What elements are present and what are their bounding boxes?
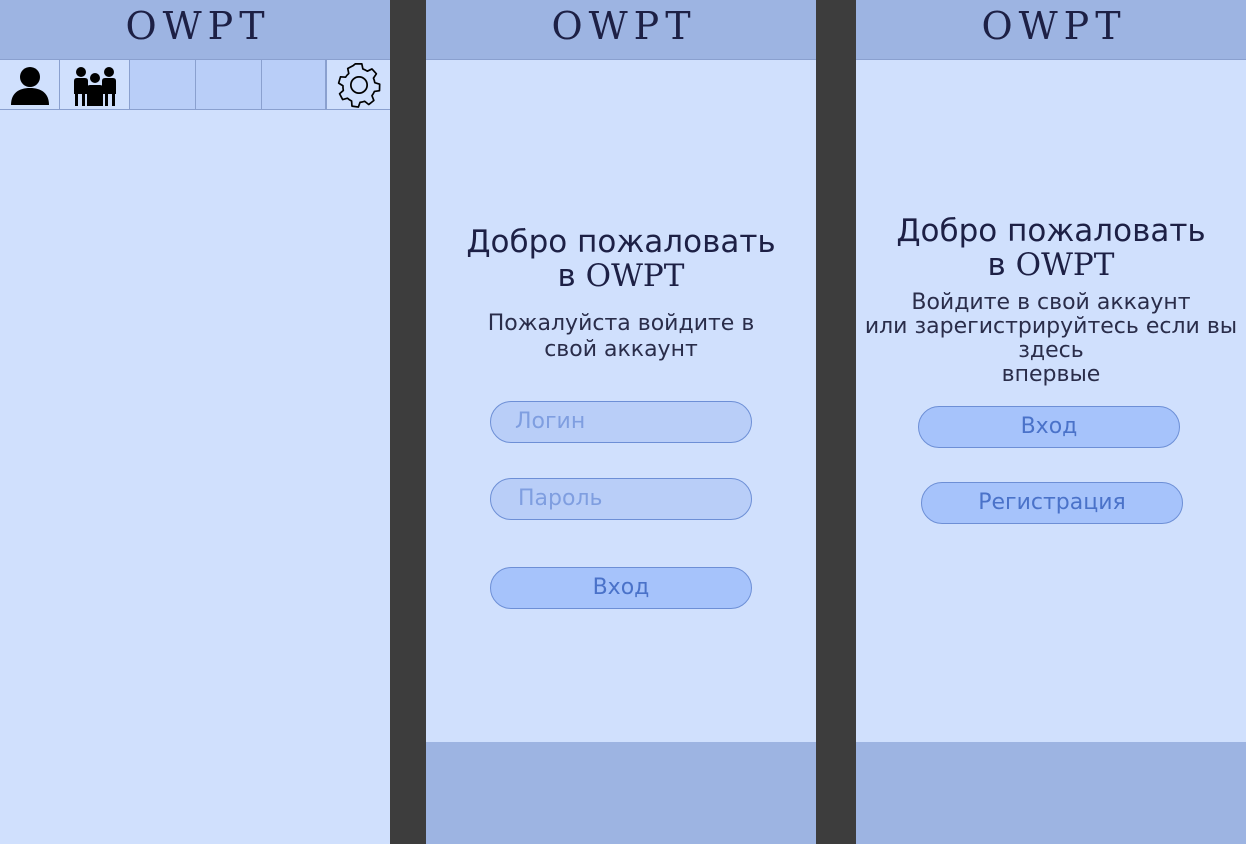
info-line: Войдите в свой аккаунт: [911, 290, 1191, 315]
toolbar-empty-slot[interactable]: [130, 60, 196, 109]
prompt-line: свой аккаунт: [544, 337, 698, 362]
profile-tab[interactable]: [0, 60, 60, 109]
info-line: впервые: [1001, 362, 1101, 387]
register-button[interactable]: Регистрация: [921, 482, 1183, 524]
login-screen: OWPT Добро пожаловать в OWPT Пожалуйста …: [426, 0, 816, 844]
app-title: OWPT: [125, 4, 271, 48]
toolbar-empty-slot[interactable]: [196, 60, 262, 109]
welcome-heading: Добро пожаловать в OWPT: [426, 225, 816, 293]
login-input[interactable]: Логин: [490, 401, 752, 443]
welcome-brand-line: в OWPT: [856, 248, 1246, 282]
app-header: OWPT: [856, 0, 1246, 60]
welcome-prefix: в: [987, 247, 1016, 283]
group-icon: [73, 66, 116, 106]
app-header: OWPT: [0, 0, 390, 60]
login-prompt: Пожалуйста войдите в свой аккаунт: [426, 311, 816, 363]
toolbar-empty-slot[interactable]: [262, 60, 326, 109]
footer-bar: [856, 742, 1246, 844]
welcome-screen: OWPT Добро пожаловать в OWPT Войдите в с…: [856, 0, 1246, 844]
app-title: OWPT: [551, 4, 697, 48]
prompt-line: Пожалуйста войдите в: [487, 311, 755, 336]
info-line: здесь: [1018, 338, 1084, 363]
welcome-line: Добро пожаловать: [896, 213, 1206, 249]
login-button[interactable]: Вход: [918, 406, 1180, 448]
settings-button[interactable]: [326, 60, 390, 109]
app-title: OWPT: [981, 4, 1127, 48]
user-icon: [10, 66, 49, 105]
footer-bar: [426, 742, 816, 844]
groups-tab[interactable]: [60, 60, 130, 109]
info-line: или зарегистрируйтесь если вы: [864, 314, 1238, 339]
toolbar: [0, 60, 390, 110]
password-input[interactable]: Пароль: [490, 478, 752, 520]
gear-icon: [337, 62, 381, 108]
main-screen: OWPT: [0, 0, 390, 844]
welcome-brand-line: в OWPT: [426, 259, 816, 293]
login-button[interactable]: Вход: [490, 567, 752, 609]
welcome-brand: OWPT: [585, 258, 685, 294]
app-header: OWPT: [426, 0, 816, 60]
welcome-heading: Добро пожаловать в OWPT: [856, 214, 1246, 282]
welcome-info: Войдите в свой аккаунт или зарегистрируй…: [856, 291, 1246, 387]
welcome-brand: OWPT: [1015, 247, 1115, 283]
welcome-line: Добро пожаловать: [466, 224, 776, 260]
welcome-prefix: в: [557, 258, 586, 294]
